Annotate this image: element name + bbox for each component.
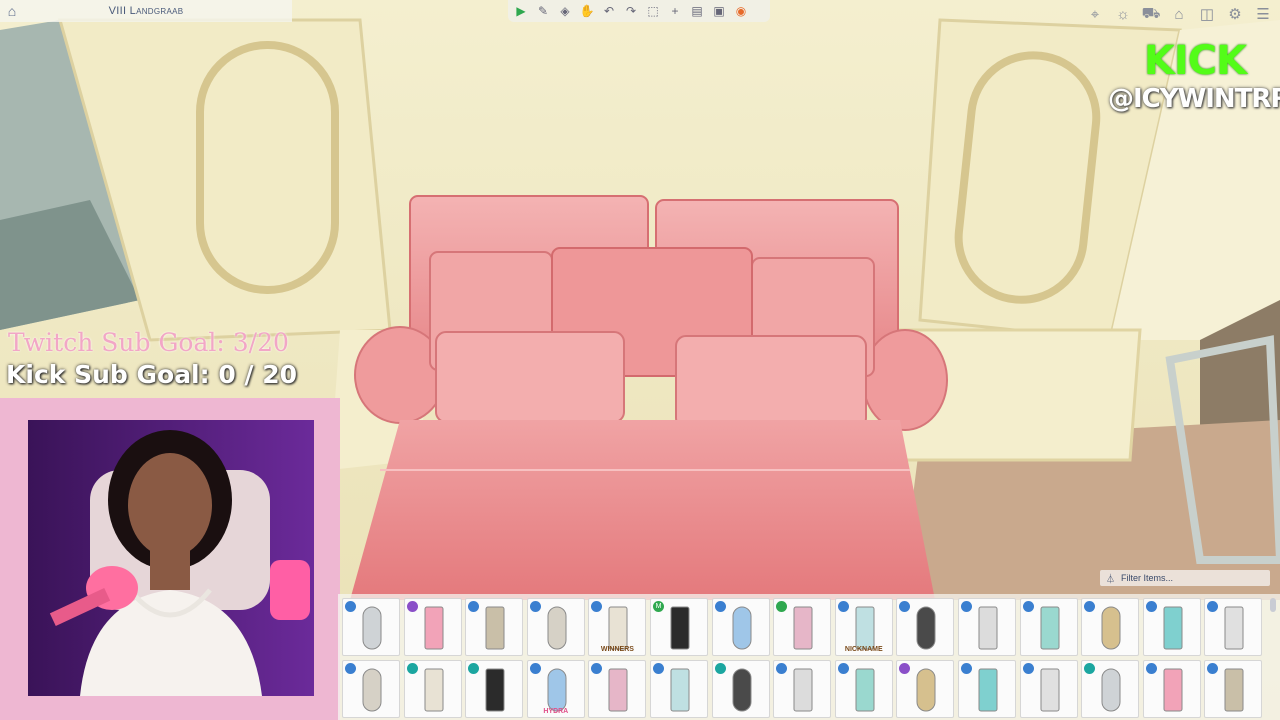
catalog-item-camera-item[interactable]: M (650, 598, 708, 656)
item-badge-icon (529, 601, 541, 612)
twitch-sub-goal: Twitch Sub Goal: 3/20 (8, 328, 289, 357)
item-badge-icon (961, 663, 972, 674)
item-label: NICKNAME (844, 646, 883, 653)
sledgehammer-icon[interactable]: ◈ (556, 2, 574, 20)
add-icon[interactable]: + (666, 2, 684, 20)
catalog-item-angled-wall-mirror[interactable] (526, 598, 585, 656)
catalog-item-winners-trophy-mirror[interactable]: WINNERS (588, 598, 647, 656)
top-right-tools: ⌖ ☼ ⛟ ⌂ ◫ ⚙ ☰ (1066, 0, 1280, 28)
catalog-item-hydra-pink-mirror[interactable]: HYDRA (526, 660, 585, 718)
item-badge-icon (529, 663, 541, 674)
menu-icon[interactable]: ☰ (1252, 3, 1274, 25)
camera-icon[interactable]: ⬚ (644, 2, 662, 20)
hand-icon[interactable]: ✋ (578, 2, 596, 20)
item-badge-icon (714, 601, 726, 612)
eyedropper-icon[interactable]: ✎ (534, 2, 552, 20)
kick-logo: KICK (1143, 38, 1247, 84)
item-badge-icon (837, 663, 849, 674)
item-badge-icon (653, 663, 664, 674)
lot-info-icon[interactable]: ⌖ (1084, 3, 1106, 25)
catalog-item-pink-vanity-mirror[interactable] (403, 598, 462, 656)
settings-icon[interactable]: ⚙ (1224, 3, 1246, 25)
catalog-item-black-floor-mirror[interactable] (403, 660, 462, 718)
item-badge-icon (345, 601, 356, 612)
catalog-item-heart-mirror-set[interactable] (773, 598, 832, 656)
item-badge-icon (1022, 601, 1034, 612)
filter-label: Filter Items... (1121, 573, 1174, 583)
catalog-item-ornate-gold-mirror[interactable] (1081, 598, 1140, 656)
undo-icon[interactable]: ↶ (600, 2, 618, 20)
item-badge-icon (345, 663, 356, 674)
build-toolbar: ▶ ✎ ◈ ✋ ↶ ↷ ⬚ + ▤ ▣ ◉ (508, 0, 770, 22)
catalog-item-slim-gold-mirror[interactable] (711, 660, 770, 718)
filter-icon: ⏃ (1106, 573, 1116, 584)
lot-name: VIII Landgraab (108, 5, 184, 17)
home-icon[interactable]: ⌂ (2, 2, 22, 20)
catalog-scrollbar[interactable] (1270, 598, 1276, 612)
catalog-item-wood-lean-mirror[interactable] (650, 660, 708, 718)
lot-name-bar[interactable]: VIII Landgraab (0, 0, 292, 22)
catalog-item-teal-arch-mirror[interactable] (1081, 660, 1140, 718)
floor-icon[interactable]: ▤ (688, 2, 706, 20)
cart-icon[interactable]: ⛟ (1140, 3, 1162, 25)
item-label: WINNERS (600, 646, 634, 653)
camera-icon[interactable]: ◫ (1196, 3, 1218, 25)
kick-sub-goal: Kick Sub Goal: 0 / 20 (6, 360, 298, 389)
catalog-item-black-grid-mirror[interactable] (896, 598, 955, 656)
item-label: HYDRA (543, 708, 569, 715)
catalog-item-cloud-sign-mirror[interactable] (711, 598, 770, 656)
catalog-item-glass-panel-mirror[interactable] (342, 598, 400, 656)
blueprint-icon[interactable]: ▣ (710, 2, 728, 20)
filter-items-button[interactable]: ⏃ Filter Items... (1100, 570, 1270, 586)
catalog-panel: WINNERS M NICKNAME HYDRA (338, 594, 1280, 720)
item-badge-icon (406, 663, 418, 674)
play-icon[interactable]: ▶ (512, 2, 530, 20)
item-badge-icon (837, 601, 849, 612)
catalog-item-gold-arch-mirror[interactable] (588, 660, 647, 718)
catalog-item-oval-stand-mirror[interactable] (1204, 598, 1263, 656)
catalog-item-silver-panel-mirror[interactable] (773, 660, 832, 718)
lightbulb-icon[interactable]: ☼ (1112, 3, 1134, 25)
catalog-item-bulb-vanity-mirror[interactable] (1142, 660, 1201, 718)
catalog-item-tall-white-mirror[interactable] (342, 660, 400, 718)
kick-handle: @ICYWINTRR (1108, 84, 1280, 114)
item-badge-icon (961, 601, 972, 612)
item-badge-icon (1145, 601, 1157, 612)
catalog-item-arched-nickname-mirror[interactable]: NICKNAME (834, 598, 893, 656)
item-badge-icon (1145, 663, 1157, 674)
house-icon[interactable]: ⌂ (1168, 3, 1190, 25)
item-badge-icon: M (653, 601, 664, 612)
catalog-item-wood-dresser-mirror[interactable] (1204, 660, 1263, 718)
catalog-item-teal-standing-mirror[interactable] (1019, 598, 1078, 656)
item-badge-icon (406, 601, 418, 612)
redo-icon[interactable]: ↷ (622, 2, 640, 20)
item-badge-icon (1022, 663, 1034, 674)
catalog-item-clear-lean-mirror[interactable] (958, 660, 1016, 718)
webcam-overlay (0, 398, 340, 720)
catalog-item-framed-floor-mirror[interactable] (465, 598, 524, 656)
catalog-item-dark-stand-mirror[interactable] (834, 660, 893, 718)
catalog-item-pale-floor-mirror[interactable] (896, 660, 955, 718)
catalog-item-round-teal-mirror[interactable] (1142, 598, 1201, 656)
gallery-icon[interactable]: ◉ (732, 2, 750, 20)
catalog-item-black-ornate-mirror[interactable] (465, 660, 524, 718)
item-badge-icon (714, 663, 726, 674)
catalog-item-round-silver-mirror[interactable] (958, 598, 1016, 656)
catalog-item-casa-mirror[interactable] (1019, 660, 1078, 718)
